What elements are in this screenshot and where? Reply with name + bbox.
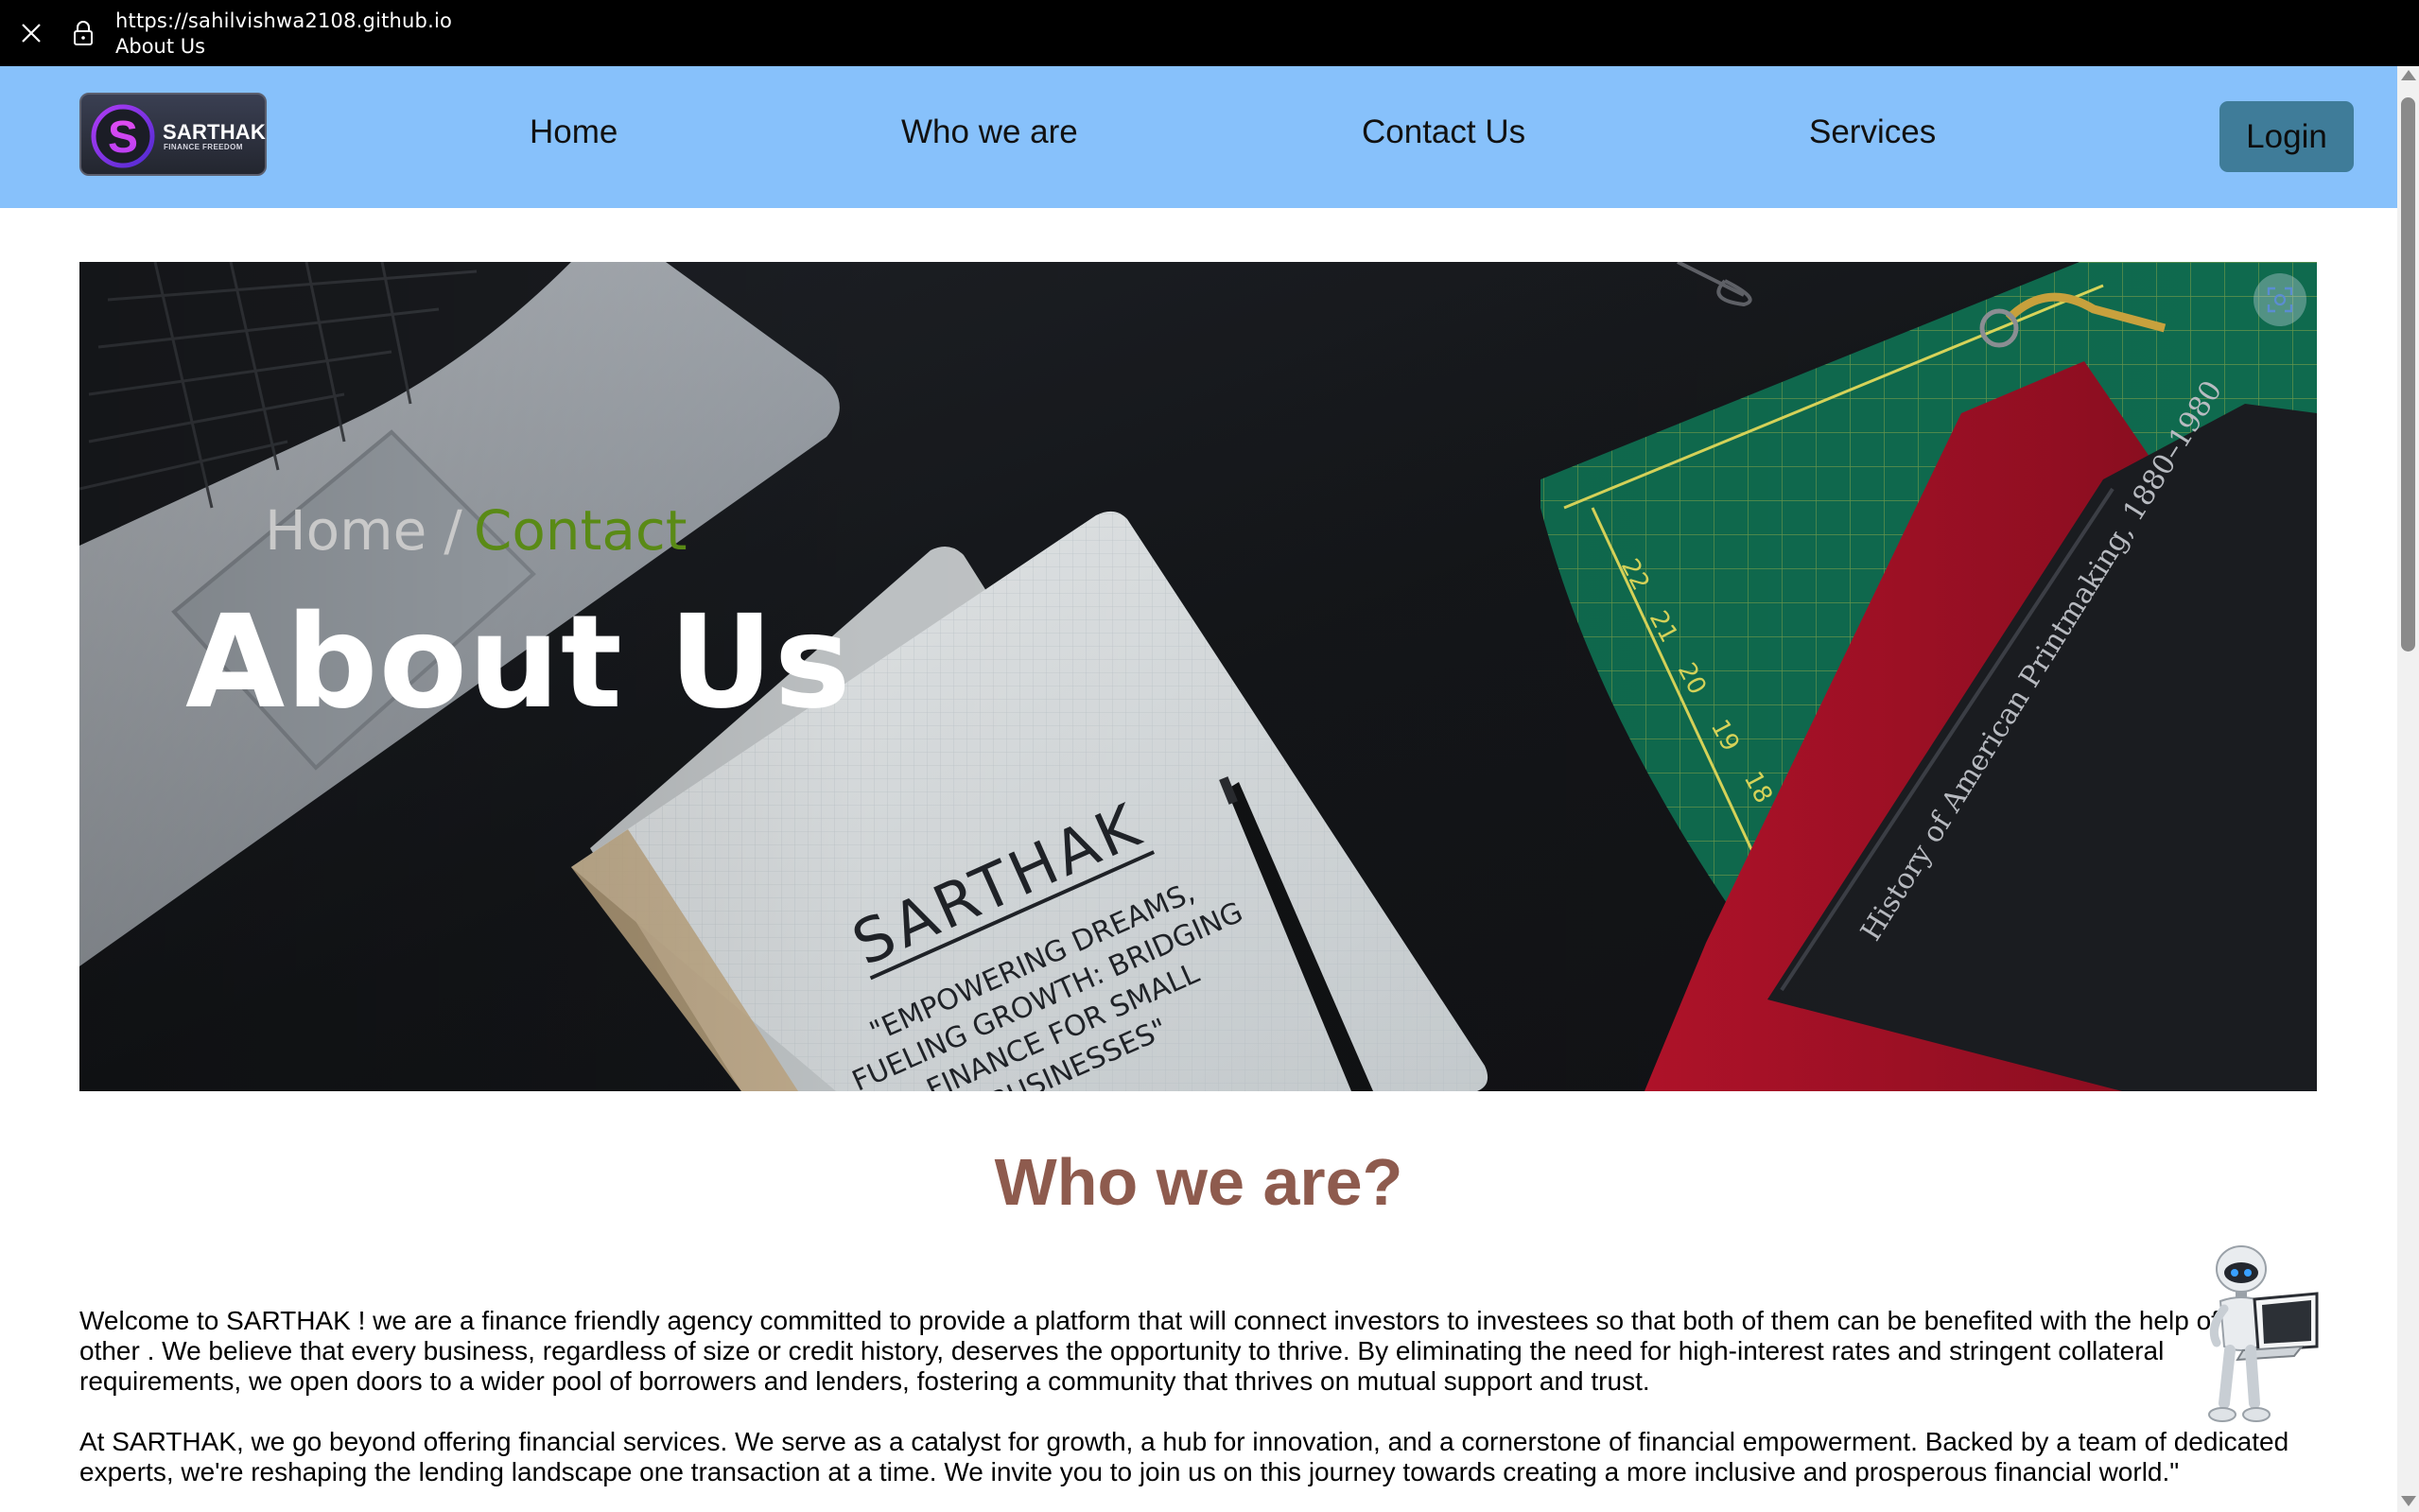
breadcrumb: Home / Contact [265,498,687,563]
about-paragraph-1: Welcome to SARTHAK ! we are a finance fr… [79,1306,2284,1396]
logo-tagline: FINANCE FREEDOM [164,143,243,151]
scroll-up-arrow-icon[interactable] [2401,70,2416,80]
nav-link-services[interactable]: Services [1809,113,1936,151]
nav-link-who-we-are[interactable]: Who we are [901,113,1078,151]
logo-name: SARTHAK [163,120,266,144]
close-icon[interactable] [17,19,45,47]
browser-page-title: About Us [115,35,206,58]
browser-top-bar: https://sahilvishwa2108.github.io About … [0,0,2419,66]
about-paragraph-2: At SARTHAK, we go beyond offering financ… [79,1427,2289,1486]
site-navbar: S SARTHAK FINANCE FREEDOM Home Who we ar… [0,66,2397,208]
breadcrumb-separator: / [444,498,462,563]
scrollbar-thumb[interactable] [2401,97,2415,652]
robot-assistant-icon[interactable] [2196,1241,2321,1430]
breadcrumb-home[interactable]: Home [265,498,426,563]
login-button[interactable]: Login [2219,101,2354,172]
page-title: About Us [185,588,852,738]
section-heading-who-we-are: Who we are? [994,1145,1403,1219]
nav-link-home[interactable]: Home [530,113,618,151]
hero-banner: 22 21 20 19 18 History of American Print… [79,262,2317,1091]
nav-link-contact-us[interactable]: Contact Us [1362,113,1525,151]
sarthak-logo[interactable]: S SARTHAK FINANCE FREEDOM [79,93,267,176]
svg-text:S: S [108,113,138,163]
lock-icon [71,19,96,47]
scroll-down-arrow-icon[interactable] [2401,1496,2416,1506]
breadcrumb-current: Contact [473,498,687,563]
logo-mark-icon: S [91,104,155,168]
screenshot-icon[interactable] [2254,273,2306,326]
browser-url[interactable]: https://sahilvishwa2108.github.io [115,9,452,32]
